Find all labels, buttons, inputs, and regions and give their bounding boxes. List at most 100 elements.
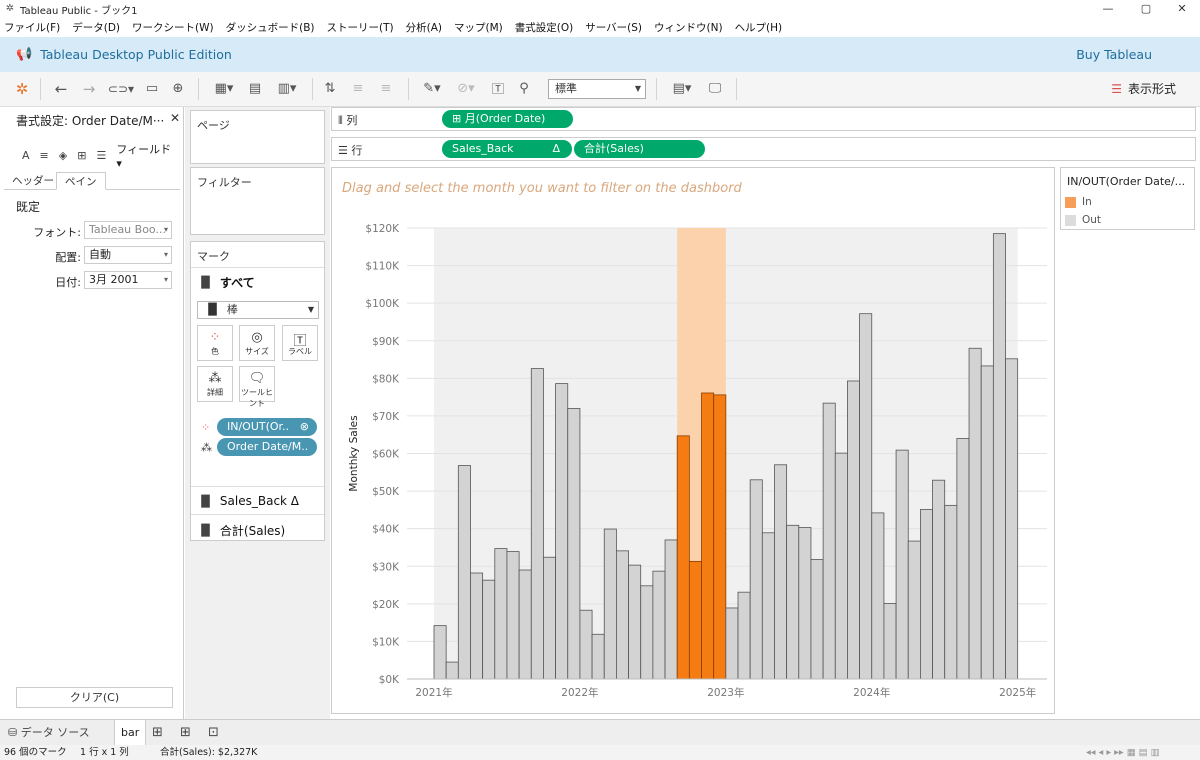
legend-item-in[interactable]: In bbox=[1065, 196, 1092, 208]
new-worksheet-icon[interactable]: ▦▾ bbox=[208, 79, 240, 99]
pill-sales-back[interactable]: Sales_Back Δ bbox=[442, 140, 572, 158]
detail-hierarchy-icon: ⁂ bbox=[201, 441, 212, 454]
bar-2022-10 bbox=[688, 560, 702, 680]
save-icon[interactable]: ▭ bbox=[142, 79, 162, 99]
color-legend[interactable]: IN/OUT(Order Date/... In Out bbox=[1060, 167, 1195, 230]
menu-file[interactable]: ファイル(F) bbox=[4, 20, 60, 35]
presentation-mode-icon[interactable]: 🖵 bbox=[704, 79, 726, 99]
legend-item-out[interactable]: Out bbox=[1065, 214, 1101, 226]
menu-map[interactable]: マップ(M) bbox=[454, 20, 503, 35]
field-dropdown[interactable]: フィールド▾ bbox=[116, 141, 173, 170]
menu-worksheet[interactable]: ワークシート(W) bbox=[132, 20, 214, 35]
chart-view[interactable]: Dlag and select the month you want to fi… bbox=[331, 167, 1055, 714]
columns-shelf[interactable]: ⦀ 列 ⊞ 月(Order Date) bbox=[331, 107, 1196, 131]
y-tick-label: $10K bbox=[372, 636, 400, 648]
format-pane-close-icon[interactable]: ✕ bbox=[170, 111, 180, 125]
bar-2024-04 bbox=[907, 540, 921, 680]
sheet-navigation-icons[interactable]: ◂◂ ◂ ▸ ▸▸ ▦ ▤ ▥ bbox=[1086, 745, 1160, 760]
minimize-button[interactable]: — bbox=[1088, 0, 1128, 18]
clear-button[interactable]: クリア(C) bbox=[16, 687, 173, 708]
pill-sum-sales[interactable]: 合計(Sales) bbox=[574, 140, 705, 158]
chevron-down-icon: ▼ bbox=[634, 84, 641, 93]
marks-sum-sales-tab[interactable]: ▐▌ 合計(Sales) bbox=[197, 522, 285, 539]
menu-story[interactable]: ストーリー(T) bbox=[327, 20, 394, 35]
y-tick-label: $70K bbox=[372, 411, 400, 423]
size-button[interactable]: ◎ サイズ bbox=[239, 325, 275, 361]
menu-server[interactable]: サーバー(S) bbox=[585, 20, 642, 35]
font-row: フォント: Tableau Boo... ▾ bbox=[0, 221, 184, 241]
fit-select[interactable]: 標準 ▼ bbox=[548, 79, 646, 99]
font-format-icon[interactable]: A bbox=[22, 149, 30, 162]
bar-2022-08 bbox=[664, 539, 678, 680]
close-button[interactable]: ✕ bbox=[1162, 0, 1200, 18]
tab-pane[interactable]: ペイン bbox=[56, 172, 106, 190]
show-labels-icon[interactable]: 🅃 bbox=[488, 79, 508, 99]
show-cards-icon[interactable]: ▤▾ bbox=[666, 79, 698, 99]
pages-label: ページ bbox=[197, 119, 230, 132]
lines-format-icon[interactable]: ☰ bbox=[96, 149, 106, 162]
tableau-logo-icon[interactable]: ✲ bbox=[12, 79, 32, 99]
sheet-tab-bar[interactable]: bar bbox=[114, 720, 147, 746]
bar-2022-06 bbox=[640, 585, 654, 680]
color-dots-icon: ⁘ bbox=[209, 330, 221, 345]
menu-help[interactable]: ヘルプ(H) bbox=[735, 20, 783, 35]
bar-2021-04 bbox=[470, 572, 484, 680]
y-tick-label: $120K bbox=[365, 223, 400, 235]
pill-inout-color[interactable]: IN/OUT(Or.. ⊗ bbox=[217, 418, 317, 436]
alignment-dropdown[interactable]: 自動 ▾ bbox=[84, 246, 172, 264]
detail-hierarchy-icon: ⁂ bbox=[208, 371, 222, 386]
menu-dashboard[interactable]: ダッシュボード(B) bbox=[226, 20, 315, 35]
y-tick-label: $50K bbox=[372, 486, 400, 498]
sheet-tabs-bar: ⛁ データ ソース bar ⊞ ⊞ ⊡ bbox=[0, 719, 1200, 746]
menu-data[interactable]: データ(D) bbox=[72, 20, 120, 35]
redo-icon[interactable]: → bbox=[78, 79, 100, 99]
duplicate-sheet-icon[interactable]: ▤ bbox=[244, 79, 266, 99]
new-story-tab-icon[interactable]: ⊡ bbox=[208, 720, 219, 746]
rows-shelf[interactable]: ☰ 行 Sales_Back Δ 合計(Sales) bbox=[331, 137, 1196, 161]
label-button[interactable]: 🅃 ラベル bbox=[282, 325, 318, 361]
y-tick-label: $0K bbox=[379, 674, 400, 686]
buy-tableau-link[interactable]: Buy Tableau bbox=[1076, 47, 1152, 62]
detail-button[interactable]: ⁂ 詳細 bbox=[197, 366, 233, 402]
bar-2022-04 bbox=[615, 550, 629, 680]
bar-chart[interactable]: Dlag and select the month you want to fi… bbox=[332, 168, 1056, 715]
highlight-icon[interactable]: ✎▾ bbox=[418, 79, 446, 99]
shading-format-icon[interactable]: ◈ bbox=[59, 149, 67, 162]
borders-format-icon[interactable]: ⊞ bbox=[77, 149, 86, 162]
date-format-dropdown[interactable]: 3月 2001 ▾ bbox=[84, 271, 172, 289]
group-icon[interactable]: ⊘▾ bbox=[452, 79, 480, 99]
data-source-icon[interactable]: ⊂⊃▾ bbox=[106, 79, 136, 99]
new-datasource-icon[interactable]: ⊕ bbox=[168, 79, 188, 99]
font-dropdown[interactable]: Tableau Boo... ▾ bbox=[84, 221, 172, 239]
bar-2021-10 bbox=[543, 556, 557, 680]
mark-type-select[interactable]: ▐▌ 棒 ▼ bbox=[197, 301, 319, 319]
pages-card[interactable]: ページ bbox=[190, 110, 325, 164]
alignment-format-icon[interactable]: ≡ bbox=[40, 149, 49, 162]
datasource-tab[interactable]: ⛁ データ ソース bbox=[8, 720, 90, 746]
shelves-column: ページ フィルター マーク ▐▌ すべて ▐▌ 棒 ▼ ⁘ 色 ◎ サイズ 🅃 ラベル ⁂ 詳… bbox=[185, 107, 330, 719]
swap-rows-columns-icon[interactable]: ⇅ bbox=[320, 79, 340, 99]
marks-sales-back-tab[interactable]: ▐▌ Sales_Back Δ bbox=[197, 494, 299, 508]
menu-bar: ファイル(F) データ(D) ワークシート(W) ダッシュボード(B) ストーリ… bbox=[0, 18, 1200, 37]
new-worksheet-tab-icon[interactable]: ⊞ bbox=[152, 720, 163, 746]
menu-analysis[interactable]: 分析(A) bbox=[406, 20, 442, 35]
bar-2024-02 bbox=[883, 603, 897, 680]
new-dashboard-tab-icon[interactable]: ⊞ bbox=[180, 720, 191, 746]
marks-all-tab[interactable]: ▐▌ すべて bbox=[197, 274, 255, 291]
show-me-button[interactable]: ☰ 表示形式 bbox=[1111, 80, 1176, 97]
pill-month-order-date[interactable]: ⊞ 月(Order Date) bbox=[442, 110, 573, 128]
undo-icon[interactable]: ← bbox=[50, 79, 72, 99]
color-button[interactable]: ⁘ 色 bbox=[197, 325, 233, 361]
filters-card[interactable]: フィルター bbox=[190, 167, 325, 235]
menu-format[interactable]: 書式設定(O) bbox=[515, 20, 573, 35]
maximize-button[interactable]: ▢ bbox=[1126, 0, 1166, 18]
tab-header[interactable]: ヘッダー bbox=[4, 172, 62, 190]
sort-ascending-icon[interactable]: ≡ bbox=[348, 79, 368, 99]
pill-order-date-detail[interactable]: Order Date/M.. bbox=[217, 438, 317, 456]
menu-window[interactable]: ウィンドウ(N) bbox=[654, 20, 723, 35]
tooltip-button[interactable]: 🗨 ツールヒント bbox=[239, 366, 275, 408]
clear-sheet-icon[interactable]: ▥▾ bbox=[270, 79, 304, 99]
sort-descending-icon[interactable]: ≡ bbox=[376, 79, 396, 99]
pin-axes-icon[interactable]: ⚲ bbox=[514, 79, 534, 99]
bar-2023-05 bbox=[774, 464, 788, 680]
